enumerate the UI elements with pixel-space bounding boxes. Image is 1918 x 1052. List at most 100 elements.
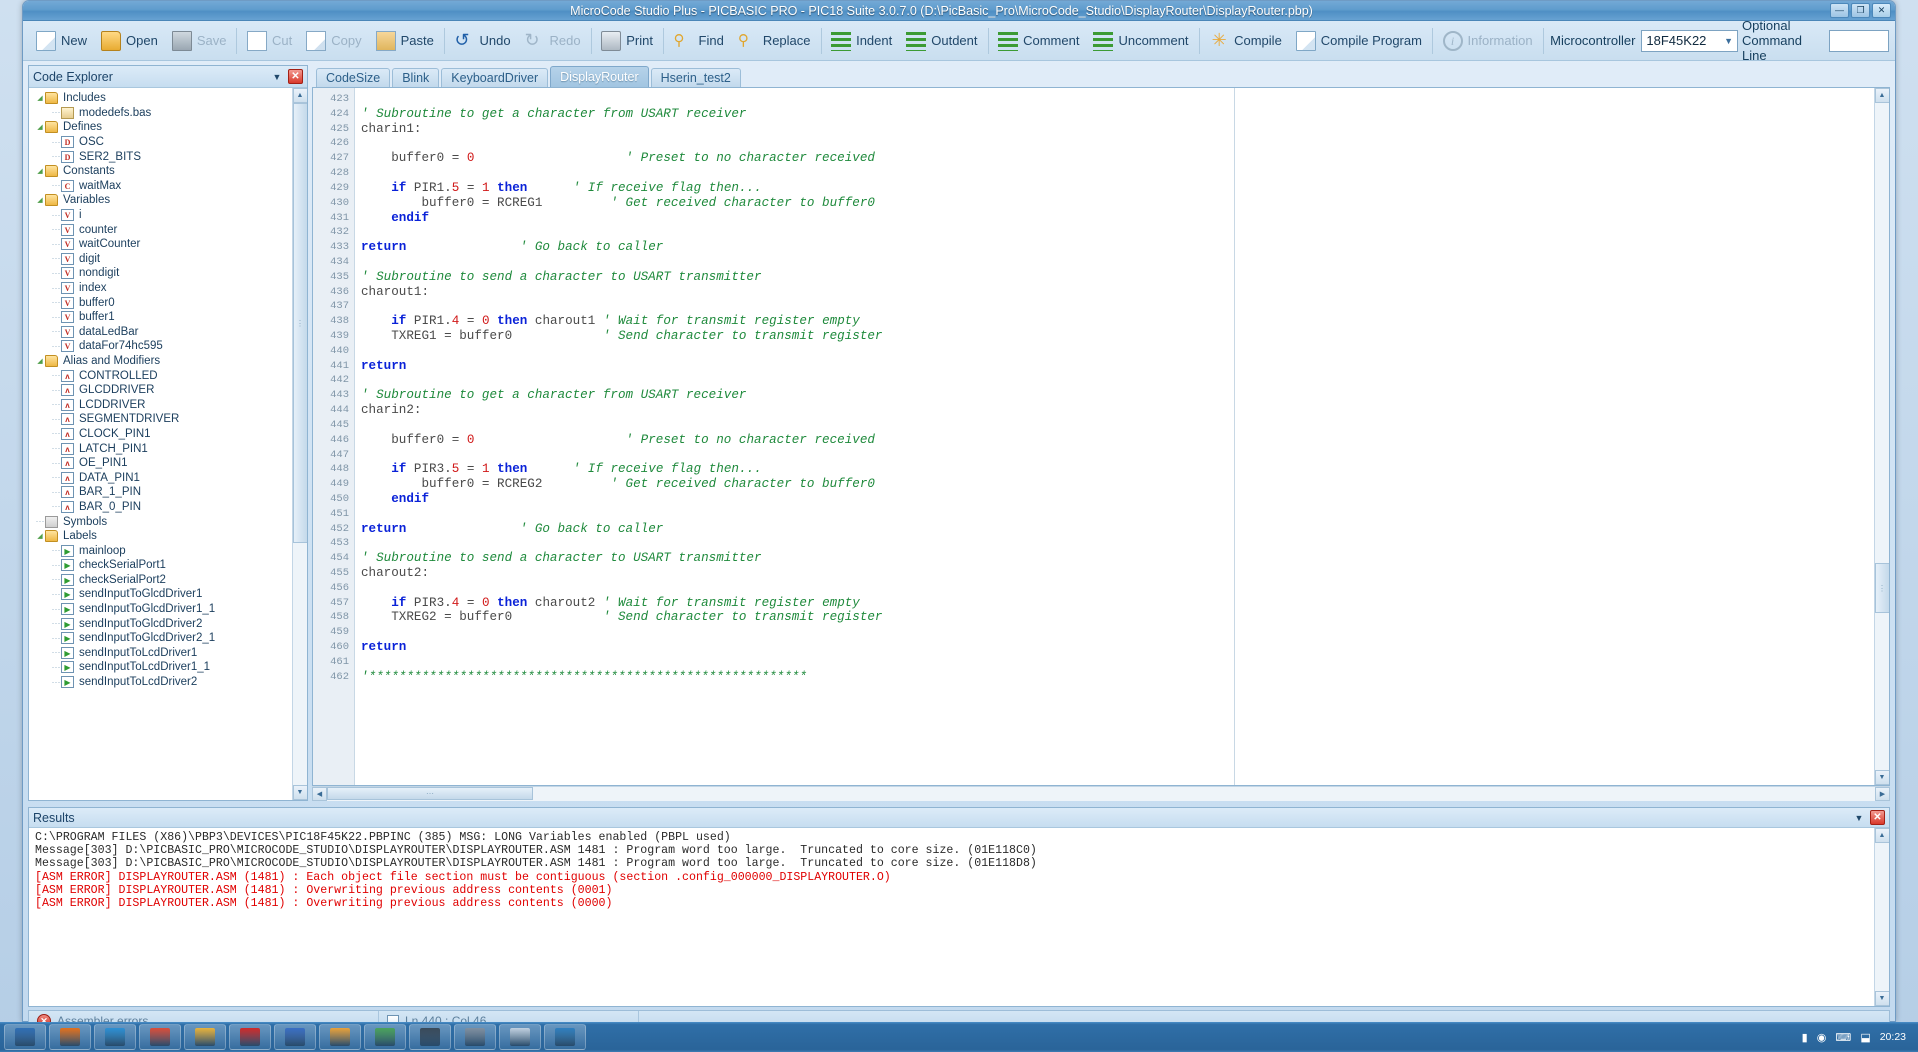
results-scroll-track[interactable] xyxy=(1875,843,1890,991)
code-line[interactable]: return ' Go back to caller xyxy=(361,522,1234,537)
taskbar-media-icon[interactable] xyxy=(274,1024,316,1050)
expander-icon[interactable]: ◢ xyxy=(35,357,45,365)
tree-item-ser2-bits[interactable]: ⋯DSER2_BITS xyxy=(31,149,292,164)
code-line[interactable]: charout2: xyxy=(361,566,1234,581)
taskbar-search-icon[interactable] xyxy=(544,1024,586,1050)
tree-item-checkserialport2[interactable]: ⋯▶checkSerialPort2 xyxy=(31,573,292,588)
expander-icon[interactable]: ◢ xyxy=(35,196,45,204)
tab-keyboarddriver[interactable]: KeyboardDriver xyxy=(441,68,548,87)
code-line[interactable]: charin2: xyxy=(361,403,1234,418)
tree-item-sendinputtoglcddriver1[interactable]: ⋯▶sendInputToGlcdDriver1 xyxy=(31,587,292,602)
code-line[interactable] xyxy=(361,507,1234,522)
expander-icon[interactable]: ◢ xyxy=(35,123,45,131)
editor-vertical-scrollbar[interactable]: ▲ ⋮ ▼ xyxy=(1874,88,1889,785)
code-line[interactable] xyxy=(361,373,1234,388)
tree-item-glcddriver[interactable]: ⋯ᴧGLCDDRIVER xyxy=(31,383,292,398)
tree-item-buffer0[interactable]: ⋯Vbuffer0 xyxy=(31,295,292,310)
code-line[interactable] xyxy=(361,136,1234,151)
tree-item-i[interactable]: ⋯Vi xyxy=(31,208,292,223)
tree-item-segmentdriver[interactable]: ⋯ᴧSEGMENTDRIVER xyxy=(31,412,292,427)
tab-blink[interactable]: Blink xyxy=(392,68,439,87)
tree-item-latch-pin1[interactable]: ⋯ᴧLATCH_PIN1 xyxy=(31,441,292,456)
tree-item-modedefs-bas[interactable]: ⋯modedefs.bas xyxy=(31,106,292,121)
redo-button[interactable]: ↻ Redo xyxy=(518,25,588,57)
scroll-down-icon[interactable]: ▼ xyxy=(1875,770,1890,785)
code-line[interactable] xyxy=(361,625,1234,640)
find-button[interactable]: ⚲ Find xyxy=(667,25,731,57)
close-icon[interactable]: ✕ xyxy=(288,69,303,84)
code-line[interactable]: buffer0 = 0 ' Preset to no character rec… xyxy=(361,433,1234,448)
tree-item-constants[interactable]: ◢Constants xyxy=(31,164,292,179)
tree-item-clock-pin1[interactable]: ⋯ᴧCLOCK_PIN1 xyxy=(31,427,292,442)
code-line[interactable]: TXREG1 = buffer0 ' Send character to tra… xyxy=(361,329,1234,344)
code-line[interactable] xyxy=(361,581,1234,596)
tree-item-data-pin1[interactable]: ⋯ᴧDATA_PIN1 xyxy=(31,470,292,485)
replace-button[interactable]: ⚲ Replace xyxy=(731,25,818,57)
code-line[interactable] xyxy=(361,448,1234,463)
tree-item-digit[interactable]: ⋯Vdigit xyxy=(31,252,292,267)
code-line[interactable] xyxy=(361,344,1234,359)
scroll-up-icon[interactable]: ▲ xyxy=(1875,88,1890,103)
information-button[interactable]: i Information xyxy=(1436,25,1540,57)
indent-button[interactable]: Indent xyxy=(824,25,899,57)
expander-icon[interactable]: ◢ xyxy=(35,94,45,102)
tree-item-includes[interactable]: ◢Includes xyxy=(31,91,292,106)
tab-displayrouter[interactable]: DisplayRouter xyxy=(550,66,649,87)
editor-scroll-thumb[interactable]: ⋮ xyxy=(1875,563,1890,613)
tree-item-sendinputtolcddriver1[interactable]: ⋯▶sendInputToLcdDriver1 xyxy=(31,646,292,661)
code-line[interactable] xyxy=(361,299,1234,314)
results-output[interactable]: C:\PROGRAM FILES (X86)\PBP3\DEVICES\PIC1… xyxy=(29,828,1874,1006)
code-scroll-area[interactable]: 4234244254264274284294304314324334344354… xyxy=(313,88,1874,785)
tree-item-waitcounter[interactable]: ⋯VwaitCounter xyxy=(31,237,292,252)
paste-button[interactable]: Paste xyxy=(369,25,441,57)
code-line[interactable]: ' Subroutine to send a character to USAR… xyxy=(361,270,1234,285)
taskbar-mail-icon[interactable] xyxy=(139,1024,181,1050)
code-line[interactable]: endif xyxy=(361,211,1234,226)
tree-item-symbols[interactable]: ⋯Symbols xyxy=(31,514,292,529)
tree-item-osc[interactable]: ⋯DOSC xyxy=(31,135,292,150)
scroll-left-icon[interactable]: ◀ xyxy=(312,787,327,801)
tree-item-lcddriver[interactable]: ⋯ᴧLCDDRIVER xyxy=(31,397,292,412)
code-line[interactable]: return xyxy=(361,359,1234,374)
explorer-scrollbar[interactable]: ▲ ⋮ ▼ xyxy=(292,88,307,800)
scroll-right-icon[interactable]: ▶ xyxy=(1875,787,1890,801)
close-button[interactable]: ✕ xyxy=(1872,3,1891,18)
code-line[interactable]: '***************************************… xyxy=(361,670,1234,685)
undo-button[interactable]: ↺ Undo xyxy=(447,25,517,57)
tree-item-sendinputtoglcddriver2-1[interactable]: ⋯▶sendInputToGlcdDriver2_1 xyxy=(31,631,292,646)
code-line[interactable]: TXREG2 = buffer0 ' Send character to tra… xyxy=(361,610,1234,625)
chevron-down-icon[interactable]: ▼ xyxy=(270,70,284,84)
code-line[interactable]: buffer0 = 0 ' Preset to no character rec… xyxy=(361,151,1234,166)
tray-icons[interactable]: ▮ ◉ ⌨ ⬓ xyxy=(1802,1031,1874,1044)
code-line[interactable]: ' Subroutine to send a character to USAR… xyxy=(361,551,1234,566)
copy-button[interactable]: Copy xyxy=(299,25,368,57)
code-line[interactable] xyxy=(361,655,1234,670)
optional-command-line-input[interactable] xyxy=(1829,30,1889,52)
taskbar-folder-icon[interactable] xyxy=(184,1024,226,1050)
taskbar-opera-icon[interactable] xyxy=(229,1024,271,1050)
tree-item-sendinputtoglcddriver1-1[interactable]: ⋯▶sendInputToGlcdDriver1_1 xyxy=(31,602,292,617)
tree-item-buffer1[interactable]: ⋯Vbuffer1 xyxy=(31,310,292,325)
tree-item-dataledbar[interactable]: ⋯VdataLedBar xyxy=(31,325,292,340)
tree-item-variables[interactable]: ◢Variables xyxy=(31,193,292,208)
code-line[interactable]: charout1: xyxy=(361,285,1234,300)
microcontroller-select[interactable]: 18F45K22 ▼ xyxy=(1641,30,1738,52)
cut-button[interactable]: Cut xyxy=(240,25,299,57)
code-line[interactable]: ' Subroutine to get a character from USA… xyxy=(361,388,1234,403)
tree-item-counter[interactable]: ⋯Vcounter xyxy=(31,222,292,237)
code-line[interactable] xyxy=(361,255,1234,270)
tree-item-sendinputtolcddriver2[interactable]: ⋯▶sendInputToLcdDriver2 xyxy=(31,675,292,690)
scroll-up-icon[interactable]: ▲ xyxy=(1875,828,1890,843)
tree-item-mainloop[interactable]: ⋯▶mainloop xyxy=(31,543,292,558)
comment-button[interactable]: Comment xyxy=(991,25,1086,57)
scroll-up-icon[interactable]: ▲ xyxy=(293,88,308,103)
taskbar-clock[interactable]: 20:23 xyxy=(1880,1032,1906,1043)
save-button[interactable]: Save xyxy=(165,25,234,57)
code-line[interactable]: charin1: xyxy=(361,122,1234,137)
compile-button[interactable]: ✳ Compile xyxy=(1202,25,1289,57)
code-line[interactable]: return xyxy=(361,640,1234,655)
explorer-scroll-thumb[interactable]: ⋮ xyxy=(293,103,308,543)
tree-item-sendinputtoglcddriver2[interactable]: ⋯▶sendInputToGlcdDriver2 xyxy=(31,616,292,631)
taskbar-app2-icon[interactable] xyxy=(499,1024,541,1050)
tree-item-checkserialport1[interactable]: ⋯▶checkSerialPort1 xyxy=(31,558,292,573)
